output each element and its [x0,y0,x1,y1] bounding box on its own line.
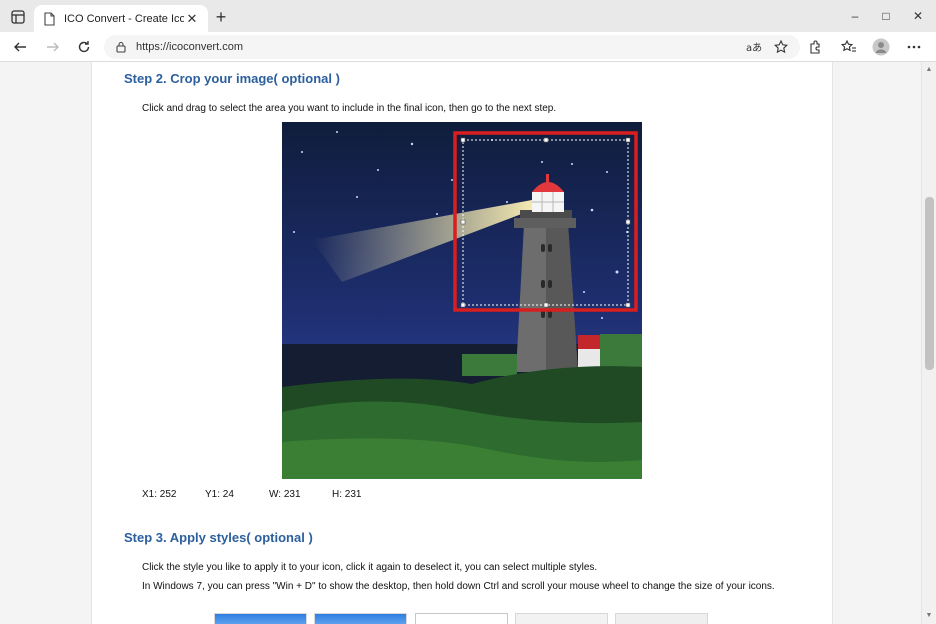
style-option-4[interactable] [515,613,608,624]
style-option-5[interactable] [615,613,708,624]
scrollbar-thumb[interactable] [925,197,934,370]
add-favorite-icon[interactable] [770,36,792,58]
back-arrow-icon[interactable] [9,36,31,58]
step2-heading: Step 2. Crop your image( optional ) [124,71,340,86]
tab-actions-icon[interactable] [8,7,28,27]
extensions-icon[interactable] [804,36,826,58]
crop-image[interactable] [282,122,642,479]
close-icon[interactable]: ✕ [184,11,200,27]
tab-strip: ICO Convert - Create Icons From ✕ + – □ … [0,0,936,32]
browser-toolbar: https://icoconvert.com aあ [0,32,936,62]
style-options [214,613,714,624]
address-bar[interactable]: https://icoconvert.com [104,35,800,59]
more-icon[interactable] [903,36,925,58]
crop-handle-nw[interactable] [460,137,466,143]
scroll-up-arrow[interactable]: ▲ [925,66,933,74]
coord-y1: Y1: 24 [205,489,234,500]
style-option-1[interactable] [214,613,307,624]
refresh-icon[interactable] [73,36,95,58]
page-content: Step 2. Crop your image( optional ) Clic… [91,62,833,624]
plus-icon[interactable]: + [212,8,230,26]
url-text: https://icoconvert.com [136,41,243,53]
style-option-3[interactable] [415,613,508,624]
crop-handle-s[interactable] [543,302,549,308]
crop-handle-n[interactable] [543,137,549,143]
coord-x1: X1: 252 [142,489,177,500]
page-icon [42,11,56,26]
svg-text:aあ: aあ [746,42,762,54]
favorites-icon[interactable] [838,36,860,58]
coord-h: H: 231 [332,489,362,500]
crop-handle-sw[interactable] [460,302,466,308]
crop-handle-ne[interactable] [625,137,631,143]
style-option-2[interactable] [314,613,407,624]
lock-icon[interactable] [114,40,128,54]
crop-handle-e[interactable] [625,219,631,225]
step3-heading: Step 3. Apply styles( optional ) [124,530,313,545]
profile-icon[interactable] [870,36,892,58]
read-aloud-icon[interactable]: aあ [743,36,765,58]
browser-tab[interactable]: ICO Convert - Create Icons From ✕ [34,5,208,32]
scroll-down-arrow[interactable]: ▼ [925,612,933,620]
vertical-scrollbar[interactable]: ▲ ▼ [921,62,936,624]
close-window-button[interactable]: ✕ [899,0,936,32]
step3-line1: Click the style you like to apply it to … [142,562,598,573]
crop-handle-se[interactable] [625,302,631,308]
step3-line2: In Windows 7, you can press "Win + D" to… [142,581,775,592]
step2-instruction: Click and drag to select the area you wa… [142,103,557,114]
page-viewport: Step 2. Crop your image( optional ) Clic… [0,62,921,624]
coord-w: W: 231 [269,489,301,500]
tab-title: ICO Convert - Create Icons From [64,12,184,25]
forward-arrow-icon[interactable] [42,36,64,58]
crop-handle-w[interactable] [460,219,466,225]
